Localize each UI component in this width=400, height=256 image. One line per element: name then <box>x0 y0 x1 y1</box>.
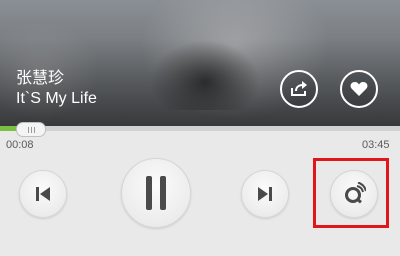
heart-icon <box>350 82 368 96</box>
share-button[interactable] <box>280 70 318 108</box>
progress-bar[interactable] <box>0 126 400 131</box>
skip-next-icon <box>258 187 272 201</box>
current-time: 00:08 <box>6 139 34 151</box>
favorite-button[interactable] <box>340 70 378 108</box>
pause-icon <box>146 176 166 210</box>
duration-time: 03:45 <box>362 139 390 151</box>
artist-name: 张慧珍 <box>16 70 65 87</box>
progress-handle[interactable] <box>16 122 46 137</box>
next-track-button[interactable] <box>241 170 289 218</box>
pause-button[interactable] <box>121 158 191 228</box>
previous-track-button[interactable] <box>19 170 67 218</box>
highlight-box <box>313 158 389 228</box>
share-icon <box>291 81 307 96</box>
skip-previous-icon <box>36 187 50 201</box>
song-title: It`S My Life <box>16 90 97 107</box>
